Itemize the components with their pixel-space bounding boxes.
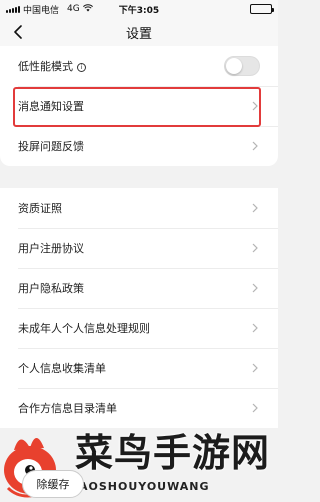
settings-list-item[interactable]: 未成年人个人信息处理规则 bbox=[0, 308, 278, 348]
settings-list-item-label: 用户隐私政策 bbox=[18, 282, 84, 295]
settings-list-item-label: 合作方信息目录清单 bbox=[18, 402, 117, 415]
notification-settings-row[interactable]: 消息通知设置 bbox=[0, 86, 278, 126]
settings-group-2: 资质证照用户注册协议 用户隐私政策未成年人个人信息处理规则 个人信息收集清单 合作方信… bbox=[0, 188, 278, 428]
settings-list-item[interactable]: 个人信息收集清单 bbox=[0, 348, 278, 388]
settings-list-item[interactable]: 用户隐私政策 bbox=[0, 268, 278, 308]
signal-icon bbox=[6, 5, 20, 13]
settings-group-1: 低性能模式 i 消息通知设置 投屏问题反馈 bbox=[0, 46, 278, 166]
chevron-right-icon bbox=[250, 140, 260, 152]
low-performance-label: 低性能模式 bbox=[18, 60, 73, 73]
low-performance-row: 低性能模式 i bbox=[0, 46, 278, 86]
settings-list-item[interactable]: 资质证照 bbox=[0, 188, 278, 228]
page-title: 设置 bbox=[125, 26, 152, 42]
low-performance-toggle[interactable] bbox=[224, 56, 260, 76]
chevron-right-icon bbox=[250, 322, 260, 334]
chevron-left-icon[interactable] bbox=[8, 22, 28, 42]
nav-bar: 设置 bbox=[0, 18, 278, 46]
chevron-right-icon bbox=[250, 202, 260, 214]
chevron-right-icon bbox=[250, 282, 260, 294]
network-type: 4G bbox=[67, 4, 80, 14]
chevron-right-icon bbox=[250, 402, 260, 414]
cast-feedback-row[interactable]: 投屏问题反馈 bbox=[0, 126, 278, 166]
wifi-icon bbox=[82, 3, 93, 15]
settings-list-item-label: 用户注册协议 bbox=[18, 242, 84, 255]
battery-icon bbox=[250, 4, 274, 14]
settings-list-item-label: 未成年人个人信息处理规则 bbox=[18, 322, 150, 335]
cast-feedback-label: 投屏问题反馈 bbox=[18, 140, 84, 153]
carrier-name: 中国电信 bbox=[23, 5, 60, 16]
settings-list-item-label: 资质证照 bbox=[18, 202, 62, 215]
settings-list-item[interactable]: 用户注册协议 bbox=[0, 228, 278, 268]
clear-cache-button[interactable]: 除缓存 bbox=[22, 470, 84, 498]
watermark-title: 菜鸟手游网 bbox=[75, 430, 271, 475]
settings-list-item[interactable]: 合作方信息目录清单 bbox=[0, 388, 278, 428]
chevron-right-icon bbox=[250, 242, 260, 254]
chevron-right-icon bbox=[250, 362, 260, 374]
status-bar: 中国电信 4G 下午3:05 bbox=[0, 0, 278, 18]
chevron-right-icon bbox=[250, 100, 260, 112]
settings-list-item-label: 个人信息收集清单 bbox=[18, 362, 106, 375]
notification-settings-label: 消息通知设置 bbox=[18, 100, 84, 113]
info-icon[interactable]: i bbox=[77, 63, 86, 72]
